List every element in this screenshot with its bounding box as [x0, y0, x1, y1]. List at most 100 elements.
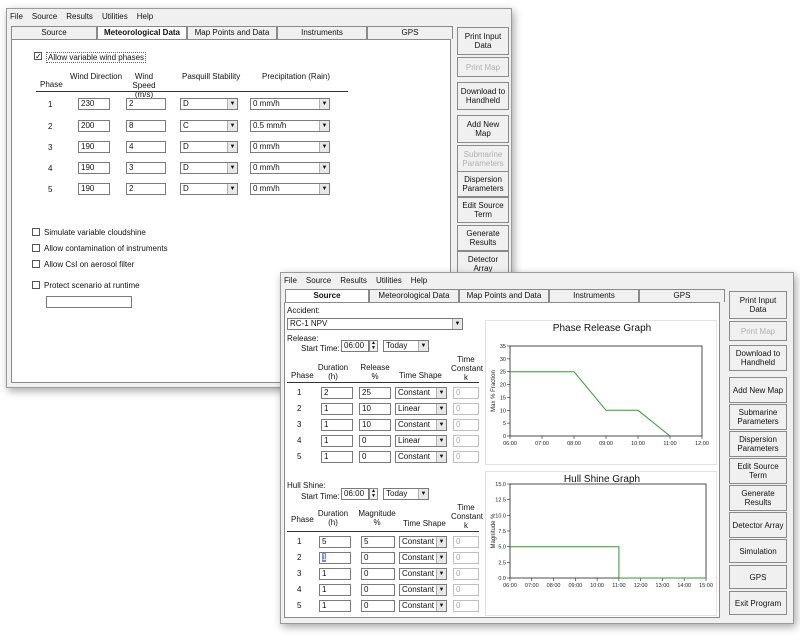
rel-duration-input[interactable]: 1	[321, 403, 353, 415]
tab-source[interactable]: Source	[285, 289, 369, 302]
tab-source[interactable]: Source	[11, 26, 97, 39]
hull-magnitude-input[interactable]: 0	[361, 568, 395, 580]
hull-k-input[interactable]: 0	[453, 584, 479, 596]
hull-duration-input[interactable]: 1	[319, 584, 351, 596]
rel-duration-input[interactable]: 1	[321, 419, 353, 431]
rel-release-input[interactable]: 0	[359, 451, 391, 463]
accident-select[interactable]: RC-1 NPV ▼	[287, 318, 463, 330]
rel-k-input[interactable]: 0	[453, 387, 479, 399]
rel-duration-input[interactable]: 1	[321, 435, 353, 447]
exit-program-button[interactable]: Exit Program	[729, 591, 787, 615]
rel-shape-select[interactable]: Linear ▼	[395, 435, 447, 447]
hull-duration-input[interactable]: 1	[319, 600, 351, 612]
hull-shape-select[interactable]: Constant ▼	[399, 600, 447, 612]
stability-select[interactable]: C ▼	[180, 120, 238, 132]
hull-magnitude-input[interactable]: 0	[361, 552, 395, 564]
allow-variable-checkbox[interactable]: ✓	[34, 52, 42, 61]
rel-k-input[interactable]: 0	[453, 435, 479, 447]
csi-checkbox[interactable]	[32, 260, 40, 268]
hull-k-input[interactable]: 0	[453, 568, 479, 580]
wind-speed-input[interactable]: 4	[126, 141, 166, 153]
menu-file[interactable]: File	[284, 276, 297, 285]
wind-direction-input[interactable]: 230	[78, 98, 110, 110]
hull-k-input[interactable]: 0	[453, 552, 479, 564]
menu-source[interactable]: Source	[32, 12, 57, 21]
print-map-button[interactable]: Print Map	[457, 57, 509, 77]
hull-time-input[interactable]: 06:00	[341, 488, 369, 500]
wind-direction-input[interactable]: 190	[78, 141, 110, 153]
tab-instruments[interactable]: Instruments	[277, 26, 367, 39]
release-day-select[interactable]: Today ▼	[383, 340, 429, 352]
rel-release-input[interactable]: 10	[359, 419, 391, 431]
hull-shape-select[interactable]: Constant ▼	[399, 568, 447, 580]
stability-select[interactable]: D ▼	[180, 98, 238, 110]
rel-duration-input[interactable]: 1	[321, 451, 353, 463]
download-handheld-button[interactable]: Download to Handheld	[729, 345, 787, 371]
wind-direction-input[interactable]: 200	[78, 120, 110, 132]
menu-results[interactable]: Results	[66, 12, 93, 21]
menu-utilities[interactable]: Utilities	[102, 12, 128, 21]
download-handheld-button[interactable]: Download to Handheld	[457, 82, 509, 110]
contamination-checkbox[interactable]	[32, 244, 40, 252]
wind-direction-input[interactable]: 190	[78, 162, 110, 174]
rel-shape-select[interactable]: Linear ▼	[395, 403, 447, 415]
hull-magnitude-input[interactable]: 0	[361, 600, 395, 612]
wind-direction-input[interactable]: 190	[78, 183, 110, 195]
release-time-spinner[interactable]: ▲ ▼	[369, 340, 378, 352]
hull-duration-input[interactable]: 1	[319, 552, 351, 564]
add-new-map-button[interactable]: Add New Map	[729, 377, 787, 403]
rel-k-input[interactable]: 0	[453, 419, 479, 431]
hull-shape-select[interactable]: Constant ▼	[399, 584, 447, 596]
menu-help[interactable]: Help	[411, 276, 427, 285]
wind-speed-input[interactable]: 8	[126, 120, 166, 132]
menu-source[interactable]: Source	[306, 276, 331, 285]
hull-duration-input[interactable]: 1	[319, 568, 351, 580]
edit-source-term-button[interactable]: Edit Source Term	[729, 458, 787, 484]
tab-map-points[interactable]: Map Points and Data	[187, 26, 277, 39]
hull-duration-input[interactable]: 5	[319, 536, 351, 548]
edit-source-term-button[interactable]: Edit Source Term	[457, 197, 509, 223]
rel-shape-select[interactable]: Constant ▼	[395, 387, 447, 399]
print-input-data-button[interactable]: Print Input Data	[729, 291, 787, 319]
protect-checkbox[interactable]	[32, 281, 40, 289]
tab-meteorological-data[interactable]: Meteorological Data	[369, 289, 459, 302]
rel-release-input[interactable]: 25	[359, 387, 391, 399]
protect-password-input[interactable]	[46, 296, 132, 308]
generate-results-button[interactable]: Generate Results	[457, 225, 509, 251]
tab-gps[interactable]: GPS	[639, 289, 725, 302]
generate-results-button[interactable]: Generate Results	[729, 485, 787, 511]
hull-k-input[interactable]: 0	[453, 600, 479, 612]
wind-speed-input[interactable]: 2	[126, 98, 166, 110]
detector-array-button[interactable]: Detector Array	[729, 512, 787, 538]
stability-select[interactable]: D ▼	[180, 183, 238, 195]
stability-select[interactable]: D ▼	[180, 141, 238, 153]
hull-magnitude-input[interactable]: 0	[361, 584, 395, 596]
hull-time-spinner[interactable]: ▲ ▼	[369, 488, 378, 500]
precip-select[interactable]: 0 mm/h ▼	[250, 162, 330, 174]
hull-day-select[interactable]: Today ▼	[383, 488, 429, 500]
menu-results[interactable]: Results	[340, 276, 367, 285]
rel-duration-input[interactable]: 2	[321, 387, 353, 399]
precip-select[interactable]: 0 mm/h ▼	[250, 183, 330, 195]
rel-release-input[interactable]: 10	[359, 403, 391, 415]
menu-help[interactable]: Help	[137, 12, 153, 21]
add-new-map-button[interactable]: Add New Map	[457, 115, 509, 143]
rel-shape-select[interactable]: Constant ▼	[395, 419, 447, 431]
wind-speed-input[interactable]: 2	[126, 183, 166, 195]
wind-speed-input[interactable]: 3	[126, 162, 166, 174]
submarine-parameters-button[interactable]: Submarine Parameters	[729, 404, 787, 430]
tab-gps[interactable]: GPS	[367, 26, 453, 39]
simulation-button[interactable]: Simulation	[729, 539, 787, 563]
tab-map-points[interactable]: Map Points and Data	[459, 289, 549, 302]
rel-k-input[interactable]: 0	[453, 403, 479, 415]
submarine-parameters-button[interactable]: Submarine Parameters	[457, 145, 509, 173]
hull-shape-select[interactable]: Constant ▼	[399, 552, 447, 564]
cloudshine-checkbox[interactable]	[32, 228, 40, 236]
menu-file[interactable]: File	[10, 12, 23, 21]
menu-utilities[interactable]: Utilities	[376, 276, 402, 285]
rel-k-input[interactable]: 0	[453, 451, 479, 463]
gps-button[interactable]: GPS	[729, 565, 787, 589]
hull-magnitude-input[interactable]: 5	[361, 536, 395, 548]
hull-shape-select[interactable]: Constant ▼	[399, 536, 447, 548]
precip-select[interactable]: 0 mm/h ▼	[250, 98, 330, 110]
